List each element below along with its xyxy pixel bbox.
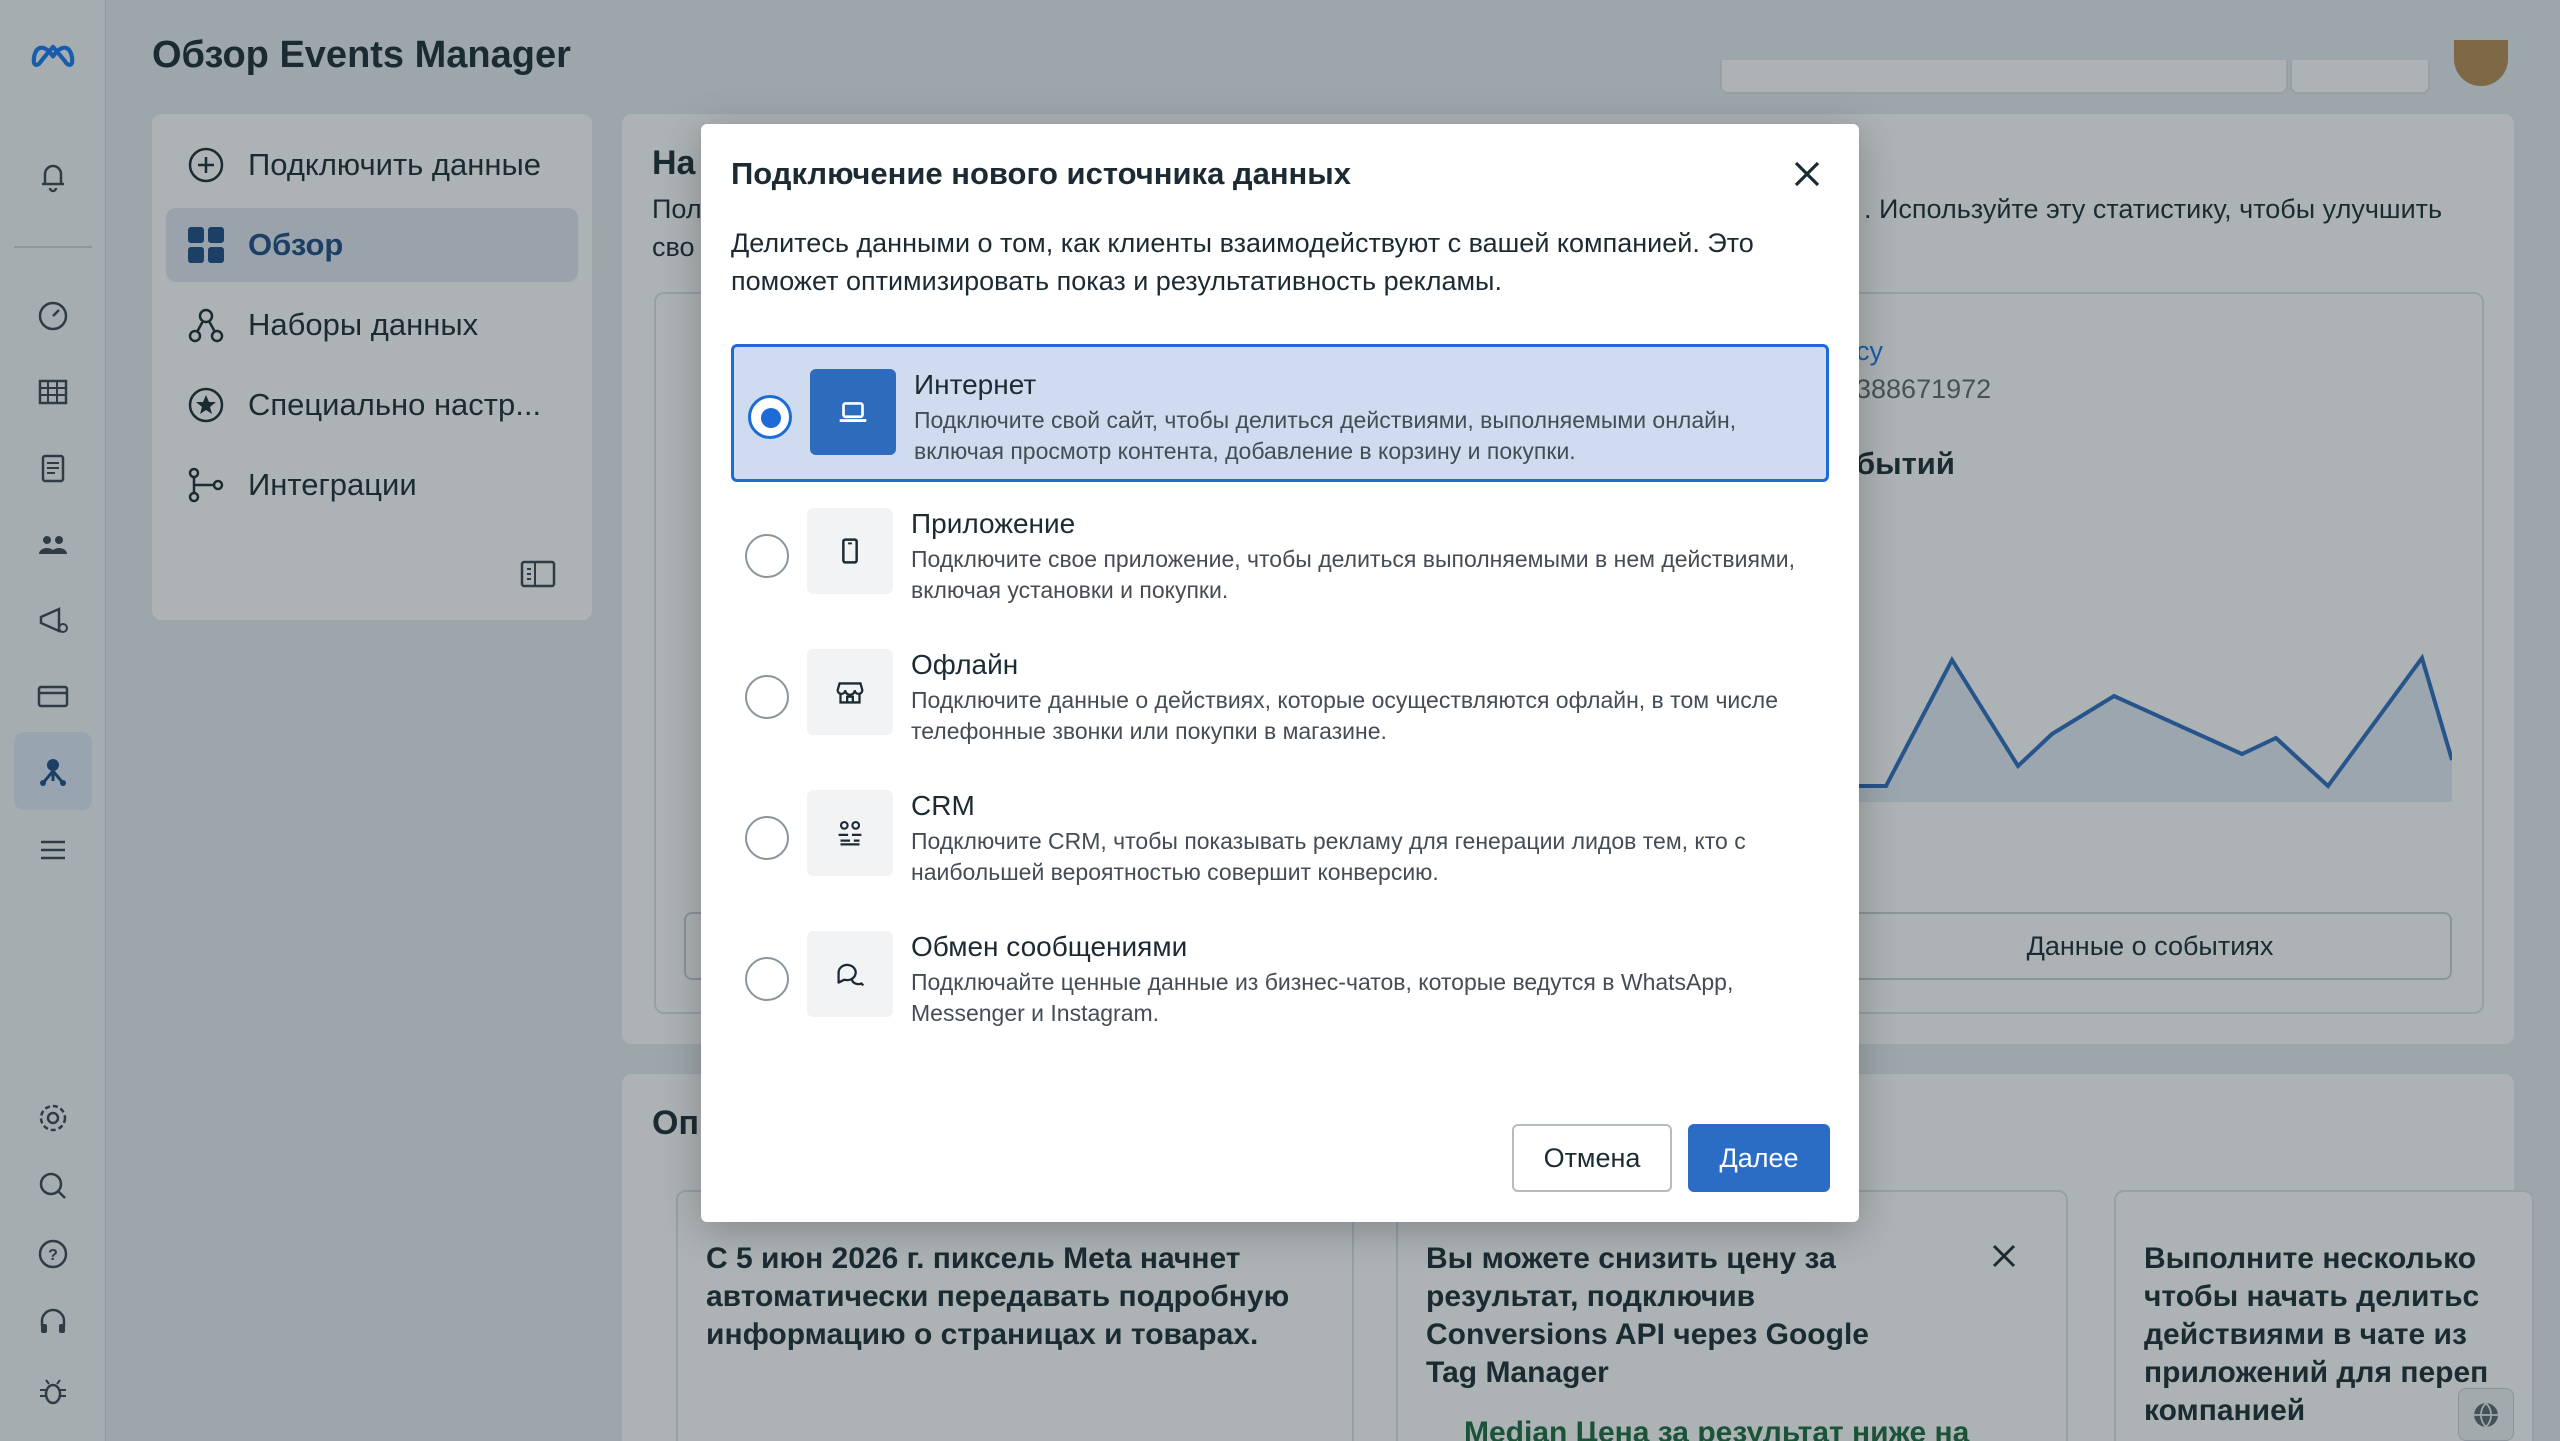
mobile-phone-icon — [807, 508, 893, 594]
dialog-title: Подключение нового источника данных — [731, 156, 1351, 191]
dialog-description: Делитесь данными о том, как клиенты взаи… — [731, 228, 1754, 296]
radio-button[interactable] — [745, 957, 789, 1001]
option-app[interactable]: Приложение Подключите свое приложение, ч… — [731, 486, 1829, 624]
option-title: Приложение — [911, 508, 1076, 539]
storefront-icon — [807, 649, 893, 735]
option-title: Обмен сообщениями — [911, 931, 1188, 962]
option-title: Офлайн — [911, 649, 1019, 680]
option-description: Подключите свой сайт, чтобы делиться дей… — [914, 407, 1737, 464]
option-description: Подключите данные о действиях, которые о… — [911, 687, 1778, 744]
option-description: Подключайте ценные данные из бизнес-чато… — [911, 969, 1734, 1026]
laptop-icon — [810, 369, 896, 455]
chat-bubbles-icon — [807, 931, 893, 1017]
option-web[interactable]: Интернет Подключите свой сайт, чтобы дел… — [731, 344, 1829, 482]
crm-people-icon — [807, 790, 893, 876]
connect-data-source-dialog: Подключение нового источника данных Дели… — [701, 124, 1859, 1222]
radio-button[interactable] — [748, 395, 792, 439]
option-messaging[interactable]: Обмен сообщениями Подключайте ценные дан… — [731, 909, 1829, 1047]
option-description: Подключите свое приложение, чтобы делить… — [911, 546, 1795, 603]
radio-selected-dot — [761, 408, 781, 428]
close-icon[interactable] — [1787, 154, 1827, 194]
option-crm[interactable]: CRM Подключите CRM, чтобы показывать рек… — [731, 768, 1829, 906]
next-button[interactable]: Далее — [1688, 1124, 1830, 1192]
radio-button[interactable] — [745, 534, 789, 578]
radio-button[interactable] — [745, 816, 789, 860]
option-description: Подключите CRM, чтобы показывать рекламу… — [911, 828, 1746, 885]
cancel-button[interactable]: Отмена — [1512, 1124, 1672, 1192]
radio-button[interactable] — [745, 675, 789, 719]
option-title: CRM — [911, 790, 975, 821]
option-offline[interactable]: Офлайн Подключите данные о действиях, ко… — [731, 627, 1829, 765]
option-title: Интернет — [914, 369, 1037, 400]
